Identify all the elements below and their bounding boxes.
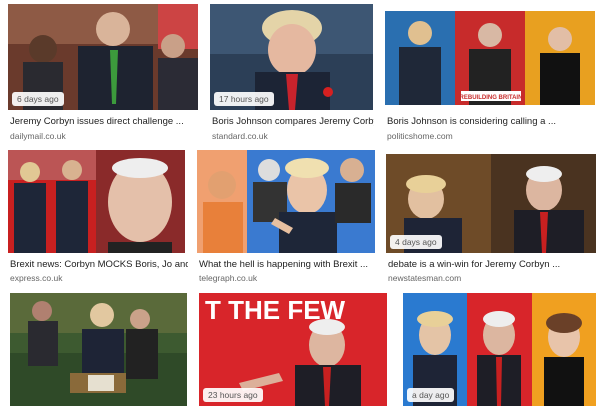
age-badge: a day ago — [407, 388, 455, 402]
age-badge: 23 hours ago — [203, 388, 263, 402]
age-badge: 17 hours ago — [214, 92, 274, 106]
age-badge: 4 days ago — [390, 235, 442, 249]
result-source[interactable]: express.co.uk — [10, 273, 62, 284]
result-source[interactable]: dailymail.co.uk — [10, 131, 66, 142]
result-thumbnail[interactable]: 17 hours ago — [210, 4, 373, 110]
result-title[interactable]: What the hell is happening with Brexit .… — [199, 259, 375, 271]
result-thumbnail[interactable] — [197, 150, 375, 253]
age-badge: 6 days ago — [12, 92, 64, 106]
banner-text: REBUILDING BRITAIN — [460, 95, 523, 101]
result-thumbnail[interactable]: 6 days ago — [8, 4, 198, 110]
result-source[interactable]: newstatesman.com — [388, 273, 461, 284]
result-source[interactable]: politicshome.com — [387, 131, 453, 142]
result-source[interactable]: telegraph.co.uk — [199, 273, 257, 284]
result-title[interactable]: Jeremy Corbyn issues direct challenge ..… — [10, 116, 198, 128]
telegraph-collage — [197, 150, 375, 253]
result-thumbnail[interactable]: T THE FEW 23 hours ago — [199, 293, 387, 406]
result-title[interactable]: Boris Johnson compares Jeremy Corbyn t..… — [212, 116, 374, 128]
result-thumbnail[interactable]: a day ago — [403, 293, 596, 406]
result-thumbnail[interactable] — [10, 293, 187, 406]
result-title[interactable]: debate is a win-win for Jeremy Corbyn ..… — [388, 259, 596, 271]
result-thumbnail[interactable]: 4 days ago — [386, 154, 596, 253]
leaders-triptych: REBUILDING BRITAIN — [385, 11, 595, 105]
result-thumbnail[interactable] — [8, 150, 185, 253]
brexit-collage — [8, 150, 185, 253]
result-source[interactable]: standard.co.uk — [212, 131, 268, 142]
commons-despatch-photo — [10, 293, 187, 406]
result-thumbnail[interactable]: REBUILDING BRITAIN — [385, 11, 595, 105]
result-title[interactable]: Brexit news: Corbyn MOCKS Boris, Jo and … — [10, 259, 188, 271]
result-title[interactable]: Boris Johnson is considering calling a .… — [387, 116, 595, 128]
